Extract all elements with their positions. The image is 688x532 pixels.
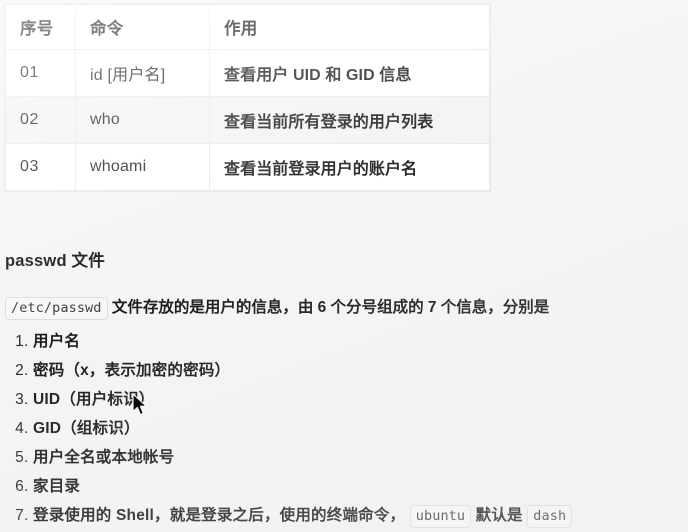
- command-reference-table: 序号 命令 作用 01 id [用户名] 查看用户 UID 和 GID 信息 0…: [5, 4, 490, 191]
- cell-description: 查看用户 UID 和 GID 信息: [209, 49, 490, 97]
- cell-command: whoami: [75, 143, 210, 191]
- table-row: 03 whoami 查看当前登录用户的账户名: [5, 143, 490, 191]
- list-item-shell: 登录使用的 Shell，就是登录之后，使用的终端命令， ubuntu 默认是 d…: [33, 501, 688, 530]
- list-item: 家目录: [33, 472, 688, 501]
- table-row: 01 id [用户名] 查看用户 UID 和 GID 信息: [5, 49, 490, 97]
- list-item: GID（组标识）: [33, 414, 688, 443]
- table-header-row: 序号 命令 作用: [5, 4, 490, 50]
- column-header-command: 命令: [75, 4, 210, 50]
- column-header-index: 序号: [5, 4, 76, 50]
- table-header: 序号 命令 作用: [5, 4, 490, 50]
- cell-index: 02: [5, 96, 76, 144]
- list-item: 密码（x，表示加密的密码）: [33, 356, 688, 385]
- list-item-label: 用户全名或本地帐号: [33, 449, 175, 466]
- list-item-middle-text: 默认是: [475, 507, 523, 524]
- list-item: 用户全名或本地帐号: [33, 443, 688, 472]
- list-item-label: 用户名: [33, 333, 81, 350]
- inline-code-etc-passwd: /etc/passwd: [5, 296, 108, 320]
- cell-index: 01: [5, 49, 76, 97]
- cell-description: 查看当前所有登录的用户列表: [209, 96, 490, 144]
- list-item-label: 登录使用的 Shell，就是登录之后，使用的终端命令，: [33, 507, 406, 524]
- table-body: 01 id [用户名] 查看用户 UID 和 GID 信息 02 who 查看当…: [5, 49, 490, 191]
- passwd-description-paragraph: /etc/passwd 文件存放的是用户的信息，由 6 个分号组成的 7 个信息…: [5, 296, 685, 320]
- section-heading-passwd-file: passwd 文件: [5, 251, 105, 270]
- inline-code-ubuntu: ubuntu: [409, 505, 472, 528]
- list-item-label: UID（用户标识）: [33, 391, 155, 408]
- list-item-label: 家目录: [33, 478, 81, 495]
- list-item-label: 密码（x，表示加密的密码）: [33, 362, 231, 379]
- cell-command: who: [75, 96, 210, 144]
- paragraph-text: 文件存放的是用户的信息，由 6 个分号组成的 7 个信息，分别是: [111, 298, 550, 316]
- list-item: UID（用户标识）: [33, 385, 688, 414]
- table-row: 02 who 查看当前所有登录的用户列表: [5, 96, 490, 144]
- column-header-effect: 作用: [209, 4, 490, 50]
- cell-command: id [用户名]: [75, 49, 210, 97]
- inline-code-dash: dash: [527, 505, 573, 528]
- cell-description: 查看当前登录用户的账户名: [209, 143, 490, 191]
- list-item: 用户名: [33, 327, 688, 356]
- cell-index: 03: [5, 143, 76, 191]
- passwd-fields-list: 用户名 密码（x，表示加密的密码） UID（用户标识） GID（组标识） 用户全…: [5, 327, 688, 530]
- list-item-label: GID（组标识）: [33, 420, 140, 437]
- command-table-container: 序号 命令 作用 01 id [用户名] 查看用户 UID 和 GID 信息 0…: [5, 4, 490, 191]
